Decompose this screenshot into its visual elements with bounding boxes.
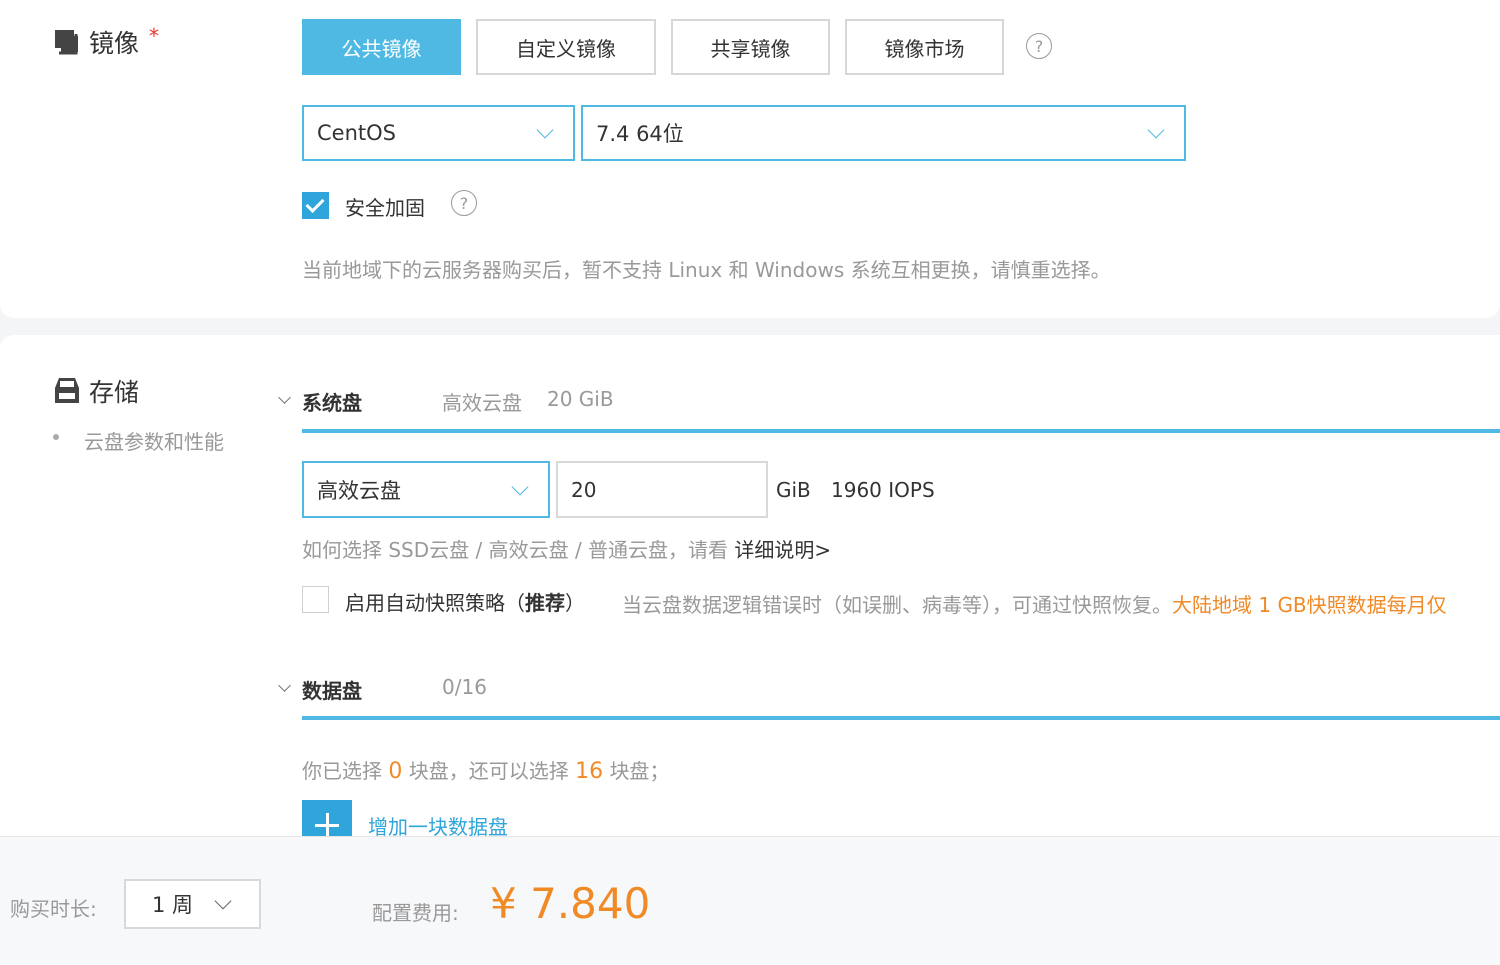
tab-custom-image-label: 自定义镜像 bbox=[516, 36, 616, 61]
recommended-tag: 推荐 bbox=[525, 591, 565, 615]
plus-icon[interactable] bbox=[302, 800, 352, 840]
collapse-data-disk-chevron-icon[interactable] bbox=[278, 679, 291, 692]
system-disk-summary-size: 20 GiB bbox=[547, 387, 614, 411]
storage-section-title: 存储 bbox=[53, 373, 139, 409]
tab-public-image-label: 公共镜像 bbox=[341, 36, 422, 61]
auto-snapshot-label: 启用自动快照策略（推荐） bbox=[345, 587, 585, 616]
image-title-text: 镜像 bbox=[89, 29, 140, 58]
tab-image-market-label: 镜像市场 bbox=[884, 36, 965, 61]
image-card: 镜像 * 公共镜像 自定义镜像 共享镜像 镜像市场 ? CentOS 7.4 6… bbox=[0, 0, 1500, 318]
security-hardening-label: 安全加固 bbox=[345, 196, 425, 220]
data-disk-count: 0/16 bbox=[442, 675, 487, 699]
sel-suffix: 块盘； bbox=[609, 759, 670, 783]
system-disk-summary-type: 高效云盘 bbox=[442, 391, 522, 415]
fee-label: 配置费用: bbox=[372, 901, 459, 925]
duration-select[interactable]: 1 周 bbox=[124, 879, 261, 929]
chevron-down-icon bbox=[536, 121, 554, 139]
system-disk-title: 系统盘 bbox=[302, 391, 362, 415]
collapse-system-disk-chevron-icon[interactable] bbox=[278, 391, 291, 404]
security-hardening-checkbox[interactable] bbox=[302, 192, 329, 219]
snapshot-price-highlight: 大陆地域 1 GB快照数据每月仅 bbox=[1172, 593, 1447, 617]
data-disk-selection-status: 你已选择 0 块盘，还可以选择 16 块盘； bbox=[302, 755, 669, 784]
image-notice: 当前地域下的云服务器购买后，暂不支持 Linux 和 Windows 系统互相更… bbox=[302, 258, 1111, 282]
tab-shared-image-label: 共享镜像 bbox=[710, 36, 791, 61]
tab-shared-image[interactable]: 共享镜像 bbox=[671, 19, 830, 75]
duration-label: 购买时长: bbox=[10, 897, 97, 921]
chevron-down-icon bbox=[1147, 121, 1165, 139]
system-disk-type-select[interactable]: 高效云盘 bbox=[302, 461, 550, 518]
disk-params-link[interactable]: 云盘参数和性能 bbox=[84, 426, 224, 455]
disk-type-help: 如何选择 SSD云盘 / 高效云盘 / 普通云盘，请看 详细说明> bbox=[302, 534, 831, 563]
version-select[interactable]: 7.4 64位 bbox=[581, 105, 1186, 161]
remaining-count: 16 bbox=[575, 759, 604, 784]
selected-count: 0 bbox=[388, 759, 403, 784]
bullet-dot bbox=[53, 434, 59, 440]
auto-snapshot-label-end: ） bbox=[565, 591, 585, 615]
chevron-down-icon bbox=[511, 478, 529, 495]
os-select[interactable]: CentOS bbox=[302, 105, 575, 161]
help-circle-icon[interactable]: ? bbox=[451, 190, 477, 216]
auto-snapshot-checkbox[interactable] bbox=[302, 586, 329, 613]
image-section-title: 镜像 * bbox=[53, 24, 159, 60]
detail-link[interactable]: 详细说明> bbox=[734, 538, 831, 562]
system-disk-type-value: 高效云盘 bbox=[317, 478, 401, 503]
storage-title-text: 存储 bbox=[89, 378, 140, 407]
size-unit: GiB bbox=[776, 478, 811, 502]
storage-card: 存储 云盘参数和性能 系统盘 高效云盘 20 GiB 高效云盘 20 GiB 1… bbox=[0, 335, 1500, 840]
disk-type-help-text: 如何选择 SSD云盘 / 高效云盘 / 普通云盘，请看 bbox=[302, 538, 729, 562]
data-disk-title: 数据盘 bbox=[302, 679, 362, 703]
snapshot-desc-text: 当云盘数据逻辑错误时（如误删、病毒等），可通过快照恢复。 bbox=[622, 593, 1172, 617]
help-circle-icon[interactable]: ? bbox=[1026, 33, 1052, 59]
required-mark: * bbox=[149, 24, 160, 48]
image-stack-icon bbox=[55, 30, 78, 55]
storage-drive-icon bbox=[55, 378, 79, 403]
data-disk-divider bbox=[302, 716, 1500, 720]
snapshot-description: 当云盘数据逻辑错误时（如误删、病毒等），可通过快照恢复。大陆地域 1 GB快照数… bbox=[622, 589, 1447, 618]
purchase-footer: 购买时长: 1 周 配置费用: ¥ 7.840 bbox=[0, 836, 1500, 965]
system-disk-size-value: 20 bbox=[571, 477, 597, 502]
tab-image-market[interactable]: 镜像市场 bbox=[845, 19, 1004, 75]
auto-snapshot-label-text: 启用自动快照策略（ bbox=[345, 591, 525, 615]
chevron-down-icon bbox=[214, 892, 232, 910]
iops-value: 1960 IOPS bbox=[831, 478, 935, 502]
tab-custom-image[interactable]: 自定义镜像 bbox=[476, 19, 656, 75]
os-select-value: CentOS bbox=[317, 121, 396, 145]
version-select-value: 7.4 64位 bbox=[596, 122, 684, 146]
fee-value: ¥ 7.840 bbox=[490, 879, 651, 928]
sel-mid: 块盘，还可以选择 bbox=[408, 759, 569, 783]
tab-public-image[interactable]: 公共镜像 bbox=[302, 19, 461, 75]
sel-prefix: 你已选择 bbox=[302, 759, 382, 783]
system-disk-size-input[interactable]: 20 bbox=[556, 461, 768, 518]
duration-value: 1 周 bbox=[152, 893, 194, 917]
system-disk-divider bbox=[302, 429, 1500, 433]
